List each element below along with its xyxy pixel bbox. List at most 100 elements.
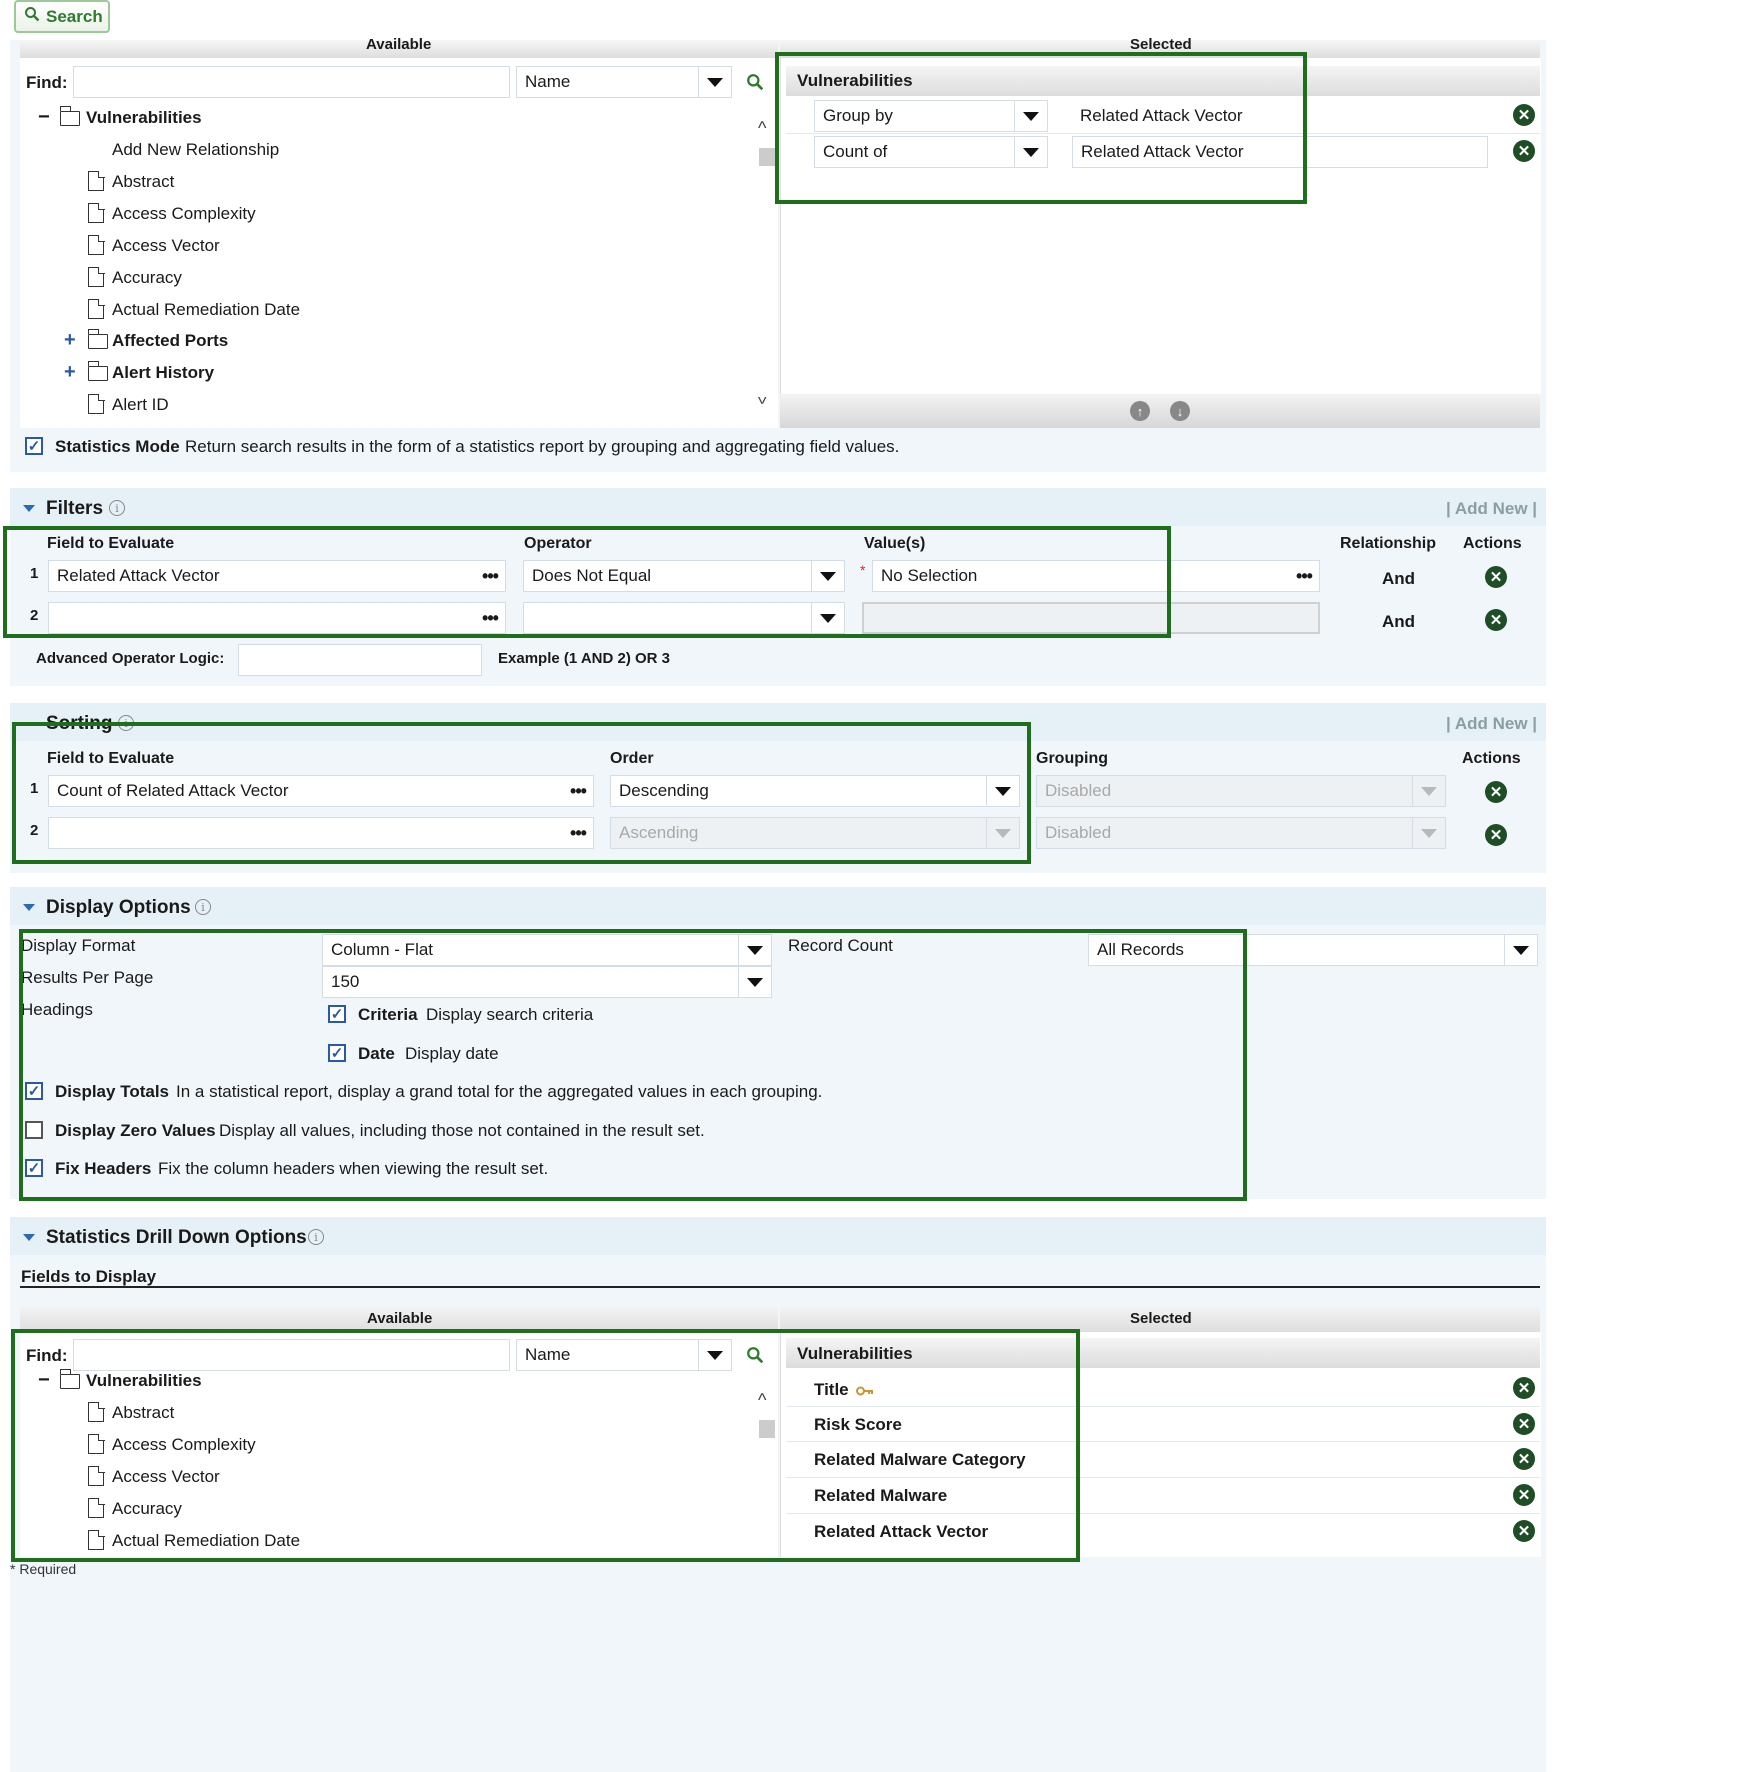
find-by-select[interactable]: Name — [516, 1339, 732, 1371]
search-button[interactable]: Search — [14, 0, 110, 33]
tree-root-vulnerabilities[interactable]: Vulnerabilities — [86, 1371, 202, 1391]
remove-icon[interactable]: ✕ — [1513, 140, 1535, 162]
field-icon — [88, 234, 105, 255]
more-icon[interactable]: ••• — [1289, 561, 1319, 591]
aggregate-select[interactable]: Count of — [814, 136, 1048, 168]
tree-item[interactable]: Abstract — [112, 1403, 174, 1423]
tree-item[interactable]: Access Vector — [112, 236, 220, 256]
headings-label: Headings — [21, 1000, 93, 1019]
filter-value-input[interactable]: No Selection ••• — [872, 560, 1320, 592]
statistics-mode-checkbox[interactable]: ✓ — [25, 437, 43, 455]
info-icon[interactable]: i — [109, 500, 125, 516]
collapse-section-icon[interactable] — [23, 1234, 35, 1241]
tree-scrollbar[interactable]: ^ — [758, 1390, 776, 1550]
scroll-up-icon[interactable]: ^ — [758, 118, 766, 139]
display-zero-values-checkbox[interactable] — [25, 1121, 43, 1139]
tree-item[interactable]: Accuracy — [112, 1499, 182, 1519]
more-icon[interactable]: ••• — [475, 561, 505, 591]
criteria-checkbox[interactable]: ✓ — [328, 1005, 346, 1023]
filter-field-input[interactable]: Related Attack Vector ••• — [48, 560, 506, 592]
remove-icon[interactable]: ✕ — [1485, 566, 1507, 588]
selected-field-input[interactable]: Related Attack Vector — [1072, 136, 1488, 168]
filters-add-new-link[interactable]: | Add New | — [1446, 499, 1537, 519]
scroll-down-icon[interactable]: ^ — [758, 386, 766, 407]
tree-item[interactable]: Add New Relationship — [112, 140, 279, 160]
collapse-icon[interactable]: − — [38, 106, 50, 129]
filter-value-input[interactable] — [862, 602, 1320, 634]
remove-icon[interactable]: ✕ — [1485, 609, 1507, 631]
sorting-add-new-link[interactable]: | Add New | — [1446, 714, 1537, 734]
sort-grouping-select[interactable]: Disabled — [1036, 817, 1446, 849]
selected-field-name: Related Attack Vector — [1080, 106, 1243, 125]
selected-field[interactable]: Related Attack Vector — [814, 1522, 988, 1542]
info-icon[interactable]: i — [195, 899, 211, 915]
filter-relationship[interactable]: And — [1382, 569, 1415, 589]
more-icon[interactable]: ••• — [563, 776, 593, 806]
expand-icon[interactable]: + — [64, 361, 76, 384]
tree-item[interactable]: Alert History — [112, 363, 214, 383]
remove-icon[interactable]: ✕ — [1485, 824, 1507, 846]
remove-icon[interactable]: ✕ — [1485, 781, 1507, 803]
available-header: Available — [366, 36, 432, 53]
sort-order-select[interactable]: Ascending — [610, 817, 1020, 849]
col-operator: Operator — [524, 535, 592, 552]
expand-icon[interactable]: + — [64, 329, 76, 352]
tree-scrollbar[interactable]: ^ ^ — [758, 118, 776, 408]
tree-item[interactable]: Access Complexity — [112, 1435, 256, 1455]
selected-field[interactable]: Related Malware Category — [814, 1450, 1026, 1470]
sort-order-select[interactable]: Descending — [610, 775, 1020, 807]
info-icon[interactable]: i — [308, 1229, 324, 1245]
col-actions: Actions — [1463, 535, 1522, 552]
filter-field-input[interactable]: ••• — [48, 602, 506, 634]
tree-item[interactable]: Affected Ports — [112, 331, 228, 351]
move-up-icon[interactable]: ↑ — [1130, 401, 1150, 421]
move-down-icon[interactable]: ↓ — [1170, 401, 1190, 421]
filter-operator-select[interactable] — [523, 602, 845, 634]
aggregate-select[interactable]: Group by — [814, 100, 1048, 132]
more-icon[interactable]: ••• — [563, 818, 593, 848]
more-icon[interactable]: ••• — [475, 603, 505, 633]
display-totals-checkbox[interactable]: ✓ — [25, 1082, 43, 1100]
selected-field[interactable]: Title — [814, 1380, 849, 1400]
collapse-icon[interactable]: − — [38, 1369, 50, 1392]
display-format-select[interactable]: Column - Flat — [322, 934, 772, 966]
results-per-page-select[interactable]: 150 — [322, 966, 772, 998]
find-search-icon[interactable] — [746, 1346, 764, 1369]
tree-item[interactable]: Access Vector — [112, 1467, 220, 1487]
tree-item[interactable]: Alert ID — [112, 395, 169, 415]
scroll-up-icon[interactable]: ^ — [758, 1390, 766, 1411]
remove-icon[interactable]: ✕ — [1513, 1448, 1535, 1470]
remove-icon[interactable]: ✕ — [1513, 1484, 1535, 1506]
date-checkbox[interactable]: ✓ — [328, 1044, 346, 1062]
filter-relationship[interactable]: And — [1382, 612, 1415, 632]
remove-icon[interactable]: ✕ — [1513, 1377, 1535, 1399]
sort-field-input[interactable]: Count of Related Attack Vector ••• — [48, 775, 594, 807]
display-zero-values-description: Display all values, including those not … — [219, 1121, 705, 1140]
tree-item[interactable]: Access Complexity — [112, 204, 256, 224]
fix-headers-checkbox[interactable]: ✓ — [25, 1159, 43, 1177]
field-icon — [88, 1497, 105, 1518]
selected-field[interactable]: Risk Score — [814, 1415, 902, 1435]
info-icon[interactable]: i — [118, 715, 134, 731]
tree-item[interactable]: Actual Remediation Date — [112, 300, 300, 320]
remove-icon[interactable]: ✕ — [1513, 104, 1535, 126]
remove-icon[interactable]: ✕ — [1513, 1520, 1535, 1542]
remove-icon[interactable]: ✕ — [1513, 1413, 1535, 1435]
find-search-icon[interactable] — [746, 73, 764, 96]
collapse-section-icon[interactable] — [23, 505, 35, 512]
tree-item[interactable]: Accuracy — [112, 268, 182, 288]
filter-operator-select[interactable]: Does Not Equal — [523, 560, 845, 592]
record-count-select[interactable]: All Records — [1088, 934, 1538, 966]
sort-grouping-select[interactable]: Disabled — [1036, 775, 1446, 807]
tree-item[interactable]: Actual Remediation Date — [112, 1531, 300, 1551]
collapse-section-icon[interactable] — [23, 904, 35, 911]
tree-item[interactable]: Abstract — [112, 172, 174, 192]
find-by-select[interactable]: Name — [516, 66, 732, 98]
col-grouping: Grouping — [1036, 750, 1108, 767]
advanced-logic-input[interactable] — [238, 644, 482, 676]
find-input[interactable] — [73, 66, 510, 98]
tree-root-vulnerabilities[interactable]: Vulnerabilities — [86, 108, 202, 128]
selected-field[interactable]: Related Malware — [814, 1486, 947, 1506]
find-input[interactable] — [73, 1339, 510, 1371]
sort-field-input[interactable]: ••• — [48, 817, 594, 849]
